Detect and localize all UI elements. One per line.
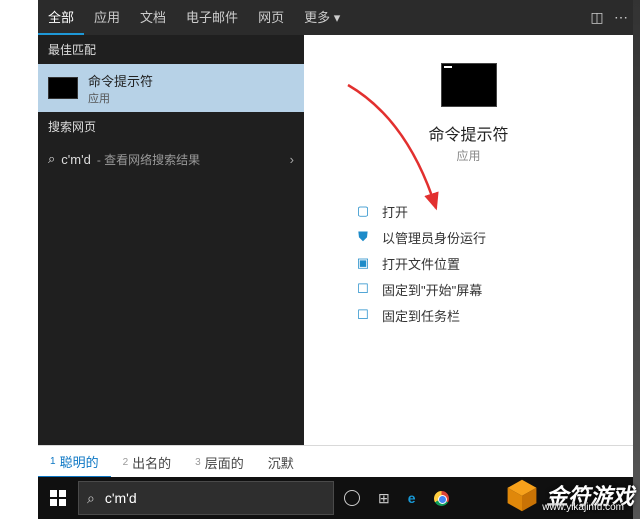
- cmd-thumb-icon: [48, 77, 78, 99]
- web-search-item[interactable]: ⌕ c'm'd - 查看网络搜索结果 ›: [38, 141, 304, 177]
- search-icon: ⌕: [48, 151, 55, 167]
- action-label: 固定到任务栏: [382, 306, 460, 325]
- admin-icon: ⛊: [354, 228, 372, 246]
- preview-title: 命令提示符: [304, 121, 633, 145]
- edge-icon[interactable]: e: [408, 490, 416, 506]
- ime-candidate[interactable]: 1 聪明的: [38, 446, 111, 478]
- ime-text: 出名的: [132, 453, 171, 472]
- action-list: ▢ 打开 ⛊ 以管理员身份运行 ▣ 打开文件位置 ☐ 固定到"开始"屏幕 ☐ 固…: [354, 198, 633, 328]
- results-list: 最佳匹配 命令提示符 应用 搜索网页 ⌕ c'm'd - 查看网络搜索结果 ›: [38, 35, 304, 445]
- action-run-admin[interactable]: ⛊ 以管理员身份运行: [354, 224, 633, 250]
- pin-start-icon: ☐: [354, 280, 372, 298]
- tab-email[interactable]: 电子邮件: [176, 0, 248, 35]
- web-query-text: c'm'd: [61, 152, 91, 167]
- window-right-edge: [633, 0, 640, 519]
- ime-text: 聪明的: [60, 452, 99, 471]
- search-icon: ⌕: [87, 490, 95, 507]
- open-icon: ▢: [354, 202, 372, 220]
- taskbar-search[interactable]: ⌕: [78, 481, 334, 515]
- ime-text: 层面的: [205, 453, 244, 472]
- feedback-icon[interactable]: ◫: [585, 9, 609, 26]
- ime-candidate[interactable]: 沉默: [256, 446, 306, 478]
- ime-candidate[interactable]: 3 层面的: [183, 446, 256, 478]
- best-match-subtitle: 应用: [88, 90, 153, 106]
- filter-tabs: 全部 应用 文档 电子邮件 网页 更多 ▾ ◫ ⋯: [38, 0, 633, 35]
- tab-docs[interactable]: 文档: [130, 0, 176, 35]
- section-web: 搜索网页: [38, 112, 304, 141]
- chevron-right-icon: ›: [290, 152, 294, 167]
- taskbar-icons: ⊞ e: [344, 490, 449, 507]
- web-query-hint: - 查看网络搜索结果: [97, 151, 200, 168]
- tab-more[interactable]: 更多 ▾: [294, 0, 350, 35]
- ime-candidate[interactable]: 2 出名的: [111, 446, 184, 478]
- tab-all[interactable]: 全部: [38, 0, 84, 35]
- preview-subtitle: 应用: [304, 147, 633, 164]
- action-label: 打开文件位置: [382, 254, 460, 273]
- ime-index: 3: [195, 457, 201, 468]
- action-label: 打开: [382, 202, 408, 221]
- options-icon[interactable]: ⋯: [609, 9, 633, 26]
- action-pin-start[interactable]: ☐ 固定到"开始"屏幕: [354, 276, 633, 302]
- section-best-match: 最佳匹配: [38, 35, 304, 64]
- preview-pane: 命令提示符 应用 ▢ 打开 ⛊ 以管理员身份运行 ▣ 打开文件位置 ☐ 固定到"…: [304, 35, 633, 445]
- best-match-item[interactable]: 命令提示符 应用: [38, 64, 304, 112]
- page-gutter: [0, 0, 38, 519]
- pin-task-icon: ☐: [354, 306, 372, 324]
- brand-logo-icon: [504, 477, 540, 513]
- cortana-icon[interactable]: [344, 490, 360, 506]
- search-input[interactable]: [103, 489, 325, 507]
- action-open[interactable]: ▢ 打开: [354, 198, 633, 224]
- start-button[interactable]: [38, 477, 78, 519]
- app-preview-icon: [441, 63, 497, 107]
- taskview-icon[interactable]: ⊞: [378, 490, 390, 507]
- watermark: 金符游戏 www.yikajinfu.com: [504, 477, 634, 513]
- ime-suggestions: 1 聪明的 2 出名的 3 层面的 沉默: [38, 445, 633, 478]
- folder-icon: ▣: [354, 254, 372, 272]
- ime-index: 2: [123, 457, 129, 468]
- ime-index: 1: [50, 456, 56, 467]
- action-open-location[interactable]: ▣ 打开文件位置: [354, 250, 633, 276]
- action-pin-taskbar[interactable]: ☐ 固定到任务栏: [354, 302, 633, 328]
- action-label: 固定到"开始"屏幕: [382, 280, 482, 299]
- ime-text: 沉默: [268, 453, 294, 472]
- chrome-icon[interactable]: [434, 491, 449, 506]
- tab-web[interactable]: 网页: [248, 0, 294, 35]
- search-panel: 全部 应用 文档 电子邮件 网页 更多 ▾ ◫ ⋯ 最佳匹配 命令提示符 应用 …: [38, 0, 633, 519]
- tab-apps[interactable]: 应用: [84, 0, 130, 35]
- action-label: 以管理员身份运行: [382, 228, 486, 247]
- best-match-title: 命令提示符: [88, 71, 153, 90]
- brand-url: www.yikajinfu.com: [542, 502, 624, 513]
